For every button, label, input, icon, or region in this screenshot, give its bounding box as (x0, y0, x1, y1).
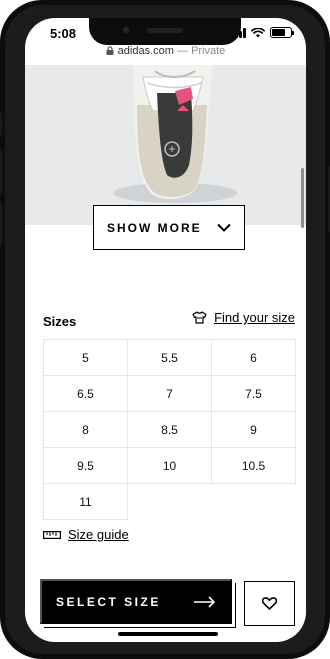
size-option[interactable]: 9.5 (44, 448, 128, 484)
heart-icon (262, 597, 277, 610)
chevron-down-icon (217, 223, 231, 232)
sizes-heading: Sizes (43, 314, 77, 329)
screen: 5:08 adidas.com — Private SHOW MORE Size… (25, 18, 306, 642)
size-option[interactable]: 7 (128, 376, 212, 412)
status-time: 5:08 (50, 26, 77, 41)
url-domain: adidas.com (117, 45, 174, 57)
select-size-label: SELECT SIZE (56, 594, 161, 609)
mute-switch (0, 112, 2, 136)
volume-down-button (0, 202, 2, 246)
show-more-button[interactable]: SHOW MORE (93, 205, 245, 250)
product-image[interactable] (25, 65, 306, 225)
scroll-indicator[interactable] (301, 168, 304, 228)
ruler-icon (43, 530, 61, 539)
phone-frame: 5:08 adidas.com — Private SHOW MORE Size… (0, 0, 330, 659)
size-guide-label: Size guide (68, 527, 129, 542)
earpiece-speaker (147, 28, 183, 33)
find-your-size-label: Find your size (214, 310, 295, 325)
size-option[interactable]: 10 (128, 448, 212, 484)
size-option[interactable]: 6.5 (44, 376, 128, 412)
size-option[interactable]: 5.5 (128, 340, 212, 376)
size-option[interactable]: 10.5 (212, 448, 296, 484)
home-indicator[interactable] (118, 632, 218, 636)
volume-up-button (0, 150, 2, 194)
size-option[interactable]: 5 (44, 340, 128, 376)
wishlist-button[interactable] (244, 581, 295, 626)
lock-icon (106, 46, 114, 55)
private-label: Private (191, 45, 226, 57)
signal-icon (231, 27, 246, 38)
size-grid: 5 5.5 6 6.5 7 7.5 8 8.5 9 9.5 10 10.5 11 (43, 339, 296, 520)
arrow-right-icon (194, 595, 216, 608)
size-option[interactable]: 11 (44, 484, 128, 520)
url-bar[interactable]: adidas.com — Private (25, 45, 306, 63)
shoe-image (113, 65, 237, 203)
front-camera (123, 27, 129, 33)
battery-icon (270, 27, 294, 38)
show-more-label: SHOW MORE (107, 220, 202, 235)
find-your-size-link[interactable]: Find your size (192, 310, 295, 325)
size-option[interactable]: 6 (212, 340, 296, 376)
size-guide-link[interactable]: Size guide (43, 527, 129, 542)
shirt-icon (192, 311, 207, 324)
url-separator: — (177, 45, 188, 57)
wifi-icon (251, 27, 265, 37)
select-size-button[interactable]: SELECT SIZE (40, 579, 232, 624)
status-bar: 5:08 (25, 18, 306, 48)
size-option[interactable]: 8 (44, 412, 128, 448)
size-option[interactable]: 9 (212, 412, 296, 448)
status-icons (231, 27, 294, 38)
size-option[interactable]: 7.5 (212, 376, 296, 412)
size-option[interactable]: 8.5 (128, 412, 212, 448)
notch (89, 18, 241, 45)
